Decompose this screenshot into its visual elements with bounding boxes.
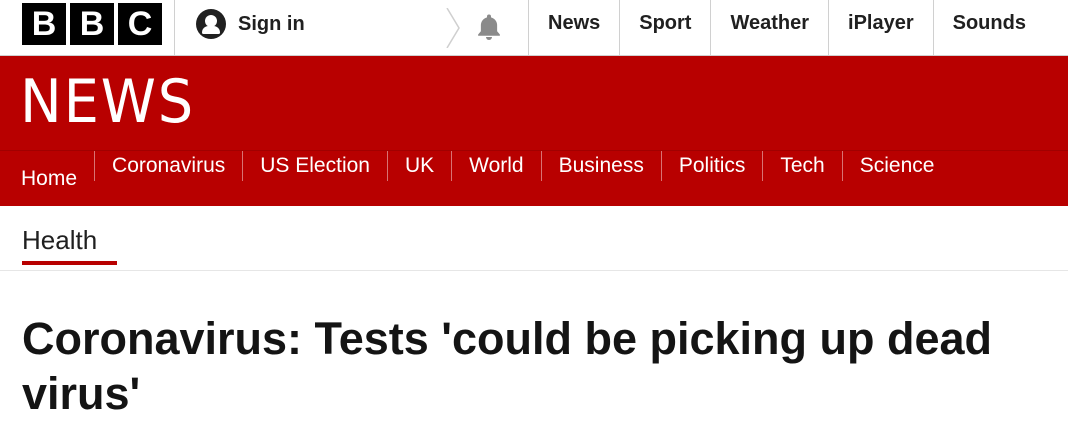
top-nav-weather[interactable]: Weather (710, 0, 828, 56)
section-nav-item: Science (841, 151, 952, 181)
bbc-logo-letter: C (118, 3, 162, 45)
section-nav-item: Politics (660, 151, 763, 181)
section-nav-world[interactable]: World (452, 151, 540, 181)
section-nav-item: World (451, 151, 540, 181)
section-nav-coronavirus[interactable]: Coronavirus (95, 151, 242, 181)
divider (174, 0, 175, 56)
bell-icon (478, 14, 500, 40)
section-nav-item: Home (4, 151, 94, 207)
top-nav-sounds[interactable]: Sounds (932, 0, 1045, 56)
top-bar: B B C Sign in News Sport Weather iPlayer… (0, 0, 1068, 56)
bbc-logo-letter: B (22, 3, 66, 45)
section-nav-science[interactable]: Science (843, 151, 952, 181)
section-nav-tech[interactable]: Tech (763, 151, 841, 181)
top-nav-iplayer[interactable]: iPlayer (828, 0, 933, 56)
user-icon (196, 9, 226, 39)
notifications-button[interactable] (446, 0, 528, 56)
sign-in-button[interactable]: Sign in (196, 8, 305, 40)
news-logo[interactable]: NEWS (20, 70, 195, 134)
section-nav-politics[interactable]: Politics (662, 151, 763, 181)
top-nav-news[interactable]: News (528, 0, 619, 56)
section-nav-business[interactable]: Business (542, 151, 661, 181)
section-nav-item: UK (386, 151, 451, 181)
section-nav-item: Business (540, 151, 661, 181)
chevron-right-icon (446, 8, 460, 48)
section-nav-item: Coronavirus (94, 151, 242, 181)
section-nav-us-election[interactable]: US Election (243, 151, 387, 181)
bbc-logo[interactable]: B B C (22, 3, 162, 45)
article-headline: Coronavirus: Tests 'could be picking up … (22, 313, 993, 419)
section-nav-item: US Election (242, 151, 387, 181)
section-nav-home[interactable]: Home (4, 164, 94, 194)
sub-nav: Health (22, 222, 117, 265)
top-nav-sport[interactable]: Sport (619, 0, 710, 56)
sign-in-label: Sign in (238, 12, 305, 35)
section-nav-uk[interactable]: UK (388, 151, 451, 181)
active-indicator (22, 261, 117, 265)
top-nav: News Sport Weather iPlayer Sounds (528, 0, 1045, 56)
sub-nav-health[interactable]: Health (22, 222, 117, 258)
divider (0, 270, 1068, 271)
section-nav: Home Coronavirus US Election UK World Bu… (0, 150, 1068, 206)
bbc-logo-letter: B (70, 3, 114, 45)
masthead: NEWS (0, 56, 1068, 150)
section-nav-item: Tech (762, 151, 841, 181)
